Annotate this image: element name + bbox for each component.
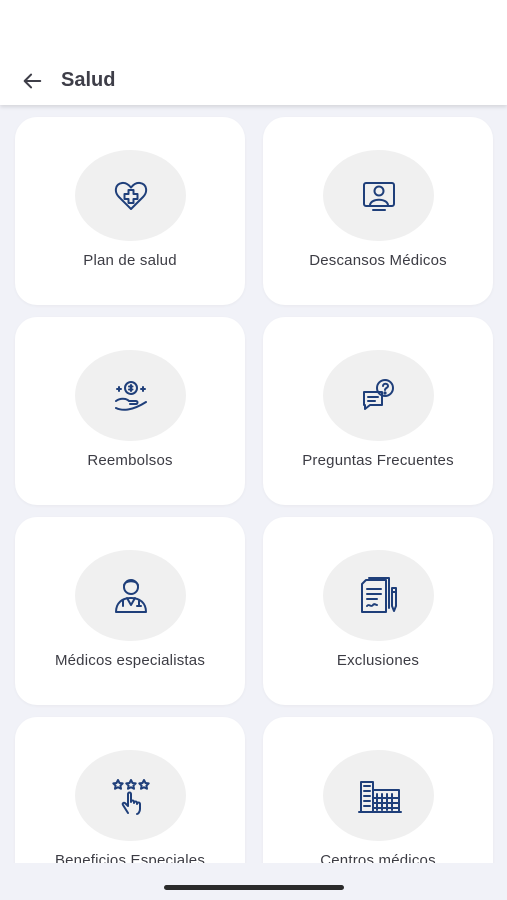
hospital-building-icon xyxy=(357,780,402,813)
card-label: Plan de salud xyxy=(83,252,177,269)
card-label: Reembolsos xyxy=(87,452,173,469)
icon-circle xyxy=(323,150,434,241)
page-title: Salud xyxy=(61,69,116,91)
icon-circle xyxy=(75,350,186,441)
home-indicator[interactable] xyxy=(164,885,344,890)
menu-grid: Plan de salud Descansos Médicos Reembols… xyxy=(0,105,507,863)
card-centros-medicos[interactable]: Centros médicos xyxy=(263,717,493,863)
hand-stars-icon xyxy=(111,778,150,815)
icon-circle xyxy=(75,150,186,241)
icon-circle xyxy=(323,550,434,641)
card-label: Centros médicos xyxy=(320,852,436,863)
doctor-monitor-icon xyxy=(362,181,395,211)
heart-plus-icon xyxy=(114,181,147,210)
card-label: Beneficios Especiales xyxy=(54,852,206,863)
doctor-icon xyxy=(114,578,147,613)
hand-money-icon xyxy=(114,380,147,411)
card-label: Preguntas Frecuentes xyxy=(302,452,454,469)
card-plan-de-salud[interactable]: Plan de salud xyxy=(15,117,245,305)
card-exclusiones[interactable]: Exclusiones xyxy=(263,517,493,705)
question-chat-icon xyxy=(362,378,394,410)
app-header: Salud xyxy=(0,0,507,105)
card-label: Exclusiones xyxy=(336,652,420,669)
card-preguntas-frecuentes[interactable]: Preguntas Frecuentes xyxy=(263,317,493,505)
icon-circle xyxy=(323,750,434,841)
card-label: Descansos Médicos xyxy=(309,252,447,269)
document-pen-icon xyxy=(360,576,397,613)
back-button[interactable] xyxy=(18,67,46,95)
icon-circle xyxy=(323,350,434,441)
icon-circle xyxy=(75,750,186,841)
arrow-left-icon xyxy=(23,73,42,89)
card-medicos-especialistas[interactable]: Médicos especialistas xyxy=(15,517,245,705)
card-label: Médicos especialistas xyxy=(54,652,206,669)
card-descansos-medicos[interactable]: Descansos Médicos xyxy=(263,117,493,305)
card-reembolsos[interactable]: Reembolsos xyxy=(15,317,245,505)
icon-circle xyxy=(75,550,186,641)
card-beneficios-especiales[interactable]: Beneficios Especiales xyxy=(15,717,245,863)
